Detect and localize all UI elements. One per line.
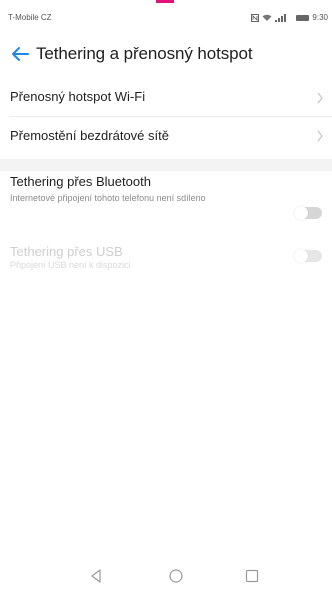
settings-item-usb: Tethering přes USB Připojení USB není k … [0, 244, 332, 276]
settings-item-subtitle: Internetové připojení tohoto telefonu ne… [10, 193, 206, 203]
settings-item-subtitle: Připojení USB není k dispozici [10, 260, 131, 270]
settings-item-label: Tethering přes USB [10, 244, 123, 259]
status-icons: 9:30 [251, 13, 328, 22]
app-bar: Tethering a přenosný hotspot [0, 38, 332, 74]
wifi-icon [262, 14, 272, 21]
carrier-label: T-Mobile CZ [8, 13, 52, 22]
bluetooth-tethering-toggle[interactable] [294, 206, 322, 220]
settings-item-label: Přenosný hotspot Wi-Fi [10, 89, 146, 104]
settings-item-hotspot[interactable]: Přenosný hotspot Wi-Fi [0, 80, 332, 116]
settings-item-bridge[interactable]: Přemostění bezdrátové sítě [0, 117, 332, 153]
battery-icon [296, 14, 310, 21]
section-divider [0, 159, 332, 171]
settings-item-label: Přemostění bezdrátové sítě [10, 128, 169, 143]
recents-square-icon[interactable] [244, 568, 260, 584]
nfc-icon [251, 13, 260, 22]
brand-mark [156, 0, 174, 3]
arrow-left-icon[interactable] [8, 42, 32, 66]
screen: T-Mobile CZ 9:30 Tethering a přenosný ho… [0, 0, 332, 592]
page-title: Tethering a přenosný hotspot [36, 44, 253, 63]
signal-icon [275, 13, 293, 22]
status-bar: T-Mobile CZ 9:30 [0, 8, 332, 22]
clock: 9:30 [312, 13, 328, 22]
settings-item-bluetooth[interactable]: Tethering přes Bluetooth Internetové při… [0, 174, 332, 244]
settings-item-label: Tethering přes Bluetooth [10, 174, 151, 189]
chevron-right-icon [317, 92, 323, 104]
navigation-bar [0, 560, 332, 592]
home-circle-icon[interactable] [168, 568, 184, 584]
usb-tethering-toggle [294, 249, 322, 263]
back-triangle-icon[interactable] [88, 568, 104, 584]
chevron-right-icon [317, 130, 323, 142]
